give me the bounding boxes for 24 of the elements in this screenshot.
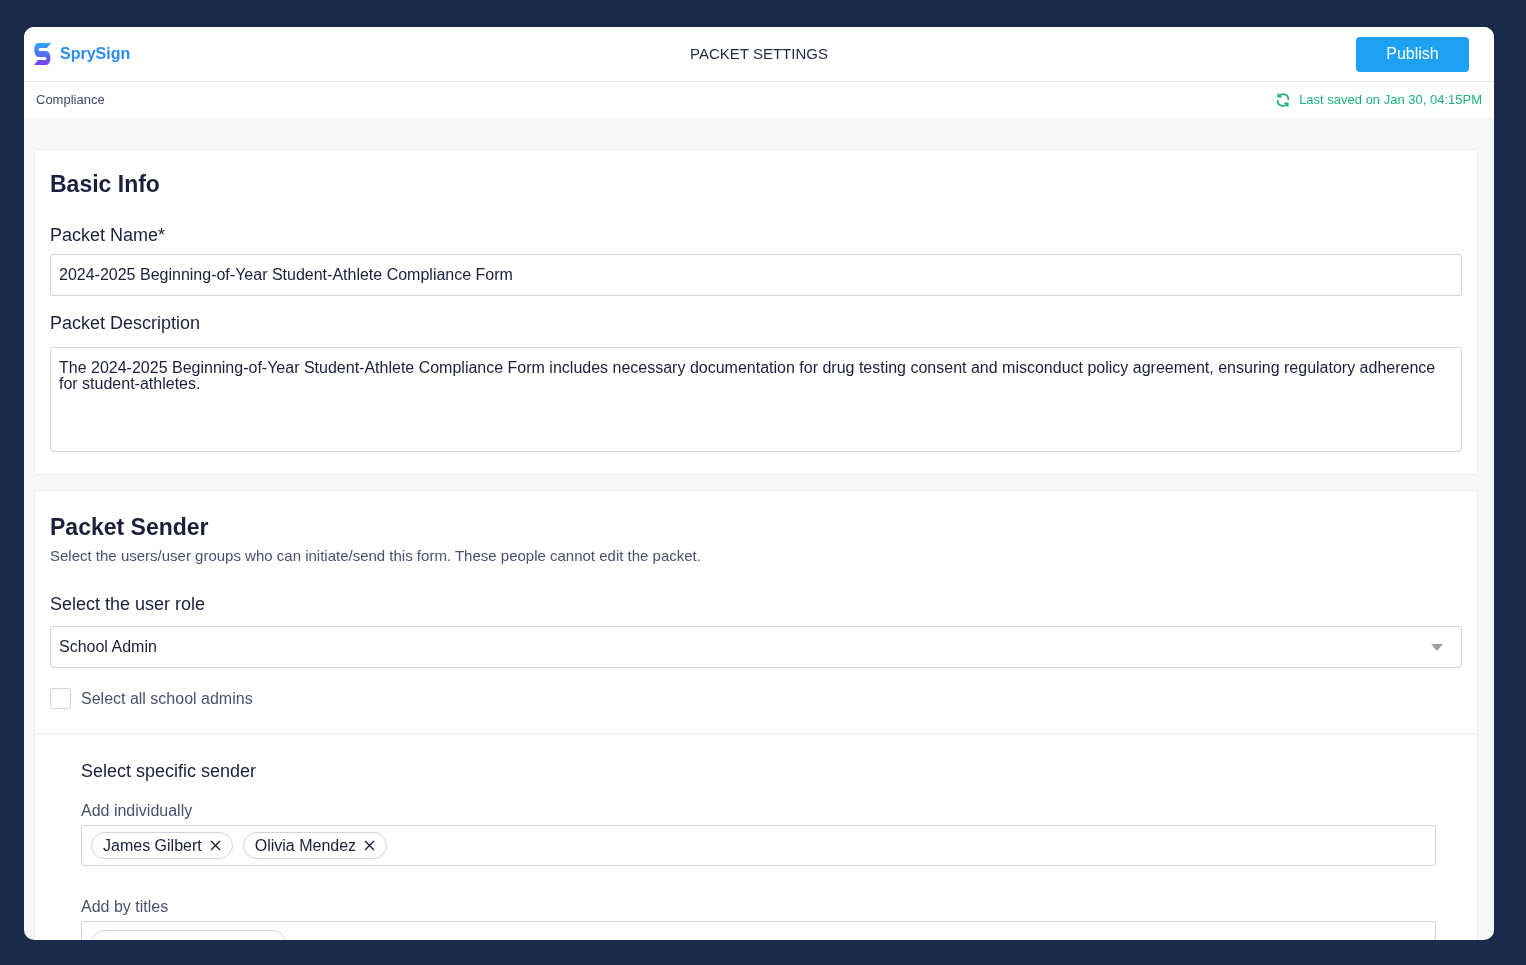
subsection-heading: Select specific sender	[81, 760, 258, 782]
remove-icon[interactable]	[209, 840, 221, 851]
field-label: Packet Description	[50, 312, 202, 334]
field-label: Add by titles	[81, 897, 170, 917]
individuals-field[interactable]: James Gilbert Olivia Mendez	[81, 825, 1436, 866]
caret-icon	[1431, 643, 1443, 651]
field-label: Add individually	[81, 801, 194, 821]
checkbox-label: Select all school admins	[81, 688, 253, 709]
role-dropdown[interactable]: School Admin	[50, 626, 1462, 668]
checkbox[interactable]	[50, 688, 71, 709]
packet-description-field[interactable]: The 2024-2025 Beginning-of-Year Student-Athlete Compliance Form includes necessary documentation for drug testing consent and misconduct policy agreement, ensuring regulatory adherence for student-athletes.	[50, 347, 1462, 452]
last-saved-status: Last saved on Jan 30, 04:15PM	[1299, 91, 1482, 110]
section-heading: Basic Info	[50, 170, 161, 198]
packet-name-field[interactable]: 2024-2025 Beginning-of-Year Student-Athlete Compliance Form	[50, 254, 1462, 296]
field-label: Select the user role	[50, 593, 207, 615]
logo-icon	[33, 43, 52, 65]
field-label: Packet Name*	[50, 224, 167, 246]
page-title: PACKET SETTINGS	[690, 43, 828, 64]
sync-icon	[1275, 92, 1292, 108]
section-subtitle: Select the users/user groups who can initiate/send this form. These people cannot edit the packet.	[50, 546, 702, 566]
breadcrumb: Compliance	[36, 91, 105, 110]
section-heading: Packet Sender	[50, 513, 210, 541]
remove-icon[interactable]	[364, 840, 376, 851]
brand-name: SprySign	[60, 44, 131, 64]
